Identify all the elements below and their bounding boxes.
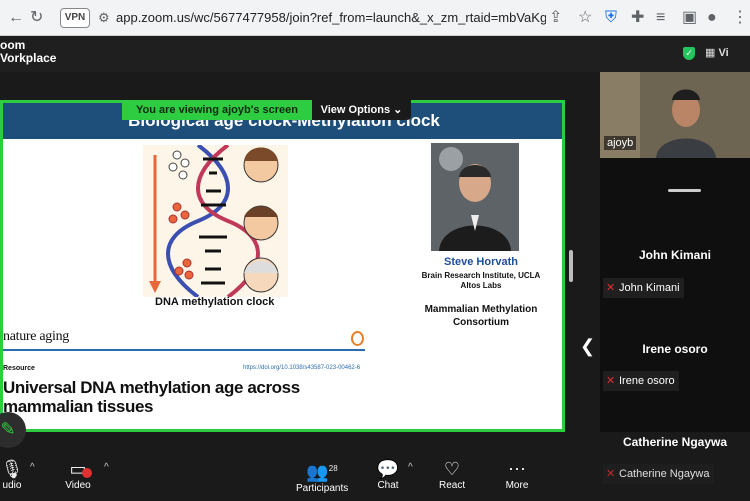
audio-options-caret[interactable]: ^ xyxy=(30,462,35,473)
zoom-logo: oom Vorkplace xyxy=(0,38,57,65)
share-icon[interactable]: ⇪ xyxy=(549,9,562,27)
resource-label: Resource xyxy=(3,365,35,372)
menu-icon[interactable]: ⋮ xyxy=(732,9,748,27)
dna-caption: DNA methylation clock xyxy=(155,296,275,308)
mic-muted-icon: ✕ xyxy=(606,375,616,387)
chevron-down-icon: ⌄ xyxy=(393,104,403,116)
audio-button[interactable]: 🎙 udio xyxy=(0,458,24,491)
participant-name: John Kimani xyxy=(638,248,711,262)
participant-tag: ✕ Catherine Ngaywa xyxy=(603,464,714,484)
journal-divider xyxy=(3,349,365,351)
participant-tag: ✕ John Kimani xyxy=(603,278,684,298)
speaker-affiliation: Brain Research Institute, UCLA Altos Lab… xyxy=(421,271,541,290)
browser-toolbar: ← ↻ VPN ⚙ app.zoom.us/wc/5677477958/join… xyxy=(0,0,750,36)
more-dots-icon: ⋯ xyxy=(508,459,526,479)
more-button[interactable]: ⋯ More xyxy=(504,458,530,491)
participants-button[interactable]: 👥28 Participants xyxy=(296,458,348,494)
shared-screen: Biological age clock-Methylation clock D… xyxy=(0,100,565,432)
side-panel-icon[interactable]: ▣ xyxy=(682,9,697,27)
reload-icon[interactable]: ↻ xyxy=(30,9,43,27)
back-icon[interactable]: ← xyxy=(8,9,24,27)
microphone-icon: 🎙 xyxy=(0,459,24,479)
chevron-left-icon[interactable]: ❮ xyxy=(580,336,595,357)
participant-name: Catherine Ngaywa xyxy=(622,435,728,449)
extensions-puzzle-icon[interactable]: ✚ xyxy=(631,9,644,27)
mic-muted-icon: ✕ xyxy=(606,282,616,294)
speaker-photo xyxy=(431,143,519,251)
vpn-button[interactable]: VPN xyxy=(60,8,90,28)
dna-illustration xyxy=(143,143,288,299)
encryption-shield-icon[interactable]: ✓ xyxy=(683,47,695,60)
react-button[interactable]: ♡ React xyxy=(439,458,465,491)
view-options-button[interactable]: View Options ⌄ xyxy=(312,100,411,120)
video-options-caret[interactable]: ^ xyxy=(104,462,109,473)
participant-name: Irene osoro xyxy=(642,342,708,356)
sidebar-drag-handle[interactable] xyxy=(668,189,701,192)
zoom-top-bar xyxy=(0,36,750,72)
heart-icon: ♡ xyxy=(443,459,461,479)
address-bar[interactable]: app.zoom.us/wc/5677477958/join?ref_from=… xyxy=(116,10,546,25)
participant-tag: ✕ Irene osoro xyxy=(603,371,679,391)
viewing-banner: You are viewing ajoyb's screen xyxy=(122,100,312,120)
mic-muted-icon: ✕ xyxy=(606,468,616,480)
speaker-name: Steve Horvath xyxy=(444,256,518,268)
chat-options-caret[interactable]: ^ xyxy=(408,462,413,473)
journal-name: nature aging xyxy=(3,329,69,344)
reading-list-icon[interactable]: ≡ xyxy=(656,9,665,27)
doi-link: https://doi.org/10.1038/s43587-023-00462… xyxy=(243,365,361,371)
host-name-label: ajoyb xyxy=(604,136,637,150)
participants-icon: 👥28 xyxy=(306,462,338,482)
extension-shield-icon[interactable]: ⛨ xyxy=(605,9,617,27)
profile-icon[interactable]: ● xyxy=(707,9,717,27)
consortium-label: Mammalian Methylation Consortium xyxy=(424,304,538,328)
resize-handle[interactable] xyxy=(569,250,573,282)
paper-title: Universal DNA methylation age across mam… xyxy=(3,378,300,416)
chat-button[interactable]: 💬 Chat xyxy=(376,458,400,491)
site-info-icon[interactable]: ⚙ xyxy=(98,10,110,26)
bookmark-star-icon[interactable]: ☆ xyxy=(578,9,592,27)
view-button[interactable]: ▦ Vi xyxy=(705,46,729,59)
open-access-icon xyxy=(351,331,364,346)
warning-badge xyxy=(82,468,92,478)
chat-icon: 💬 xyxy=(376,459,400,479)
